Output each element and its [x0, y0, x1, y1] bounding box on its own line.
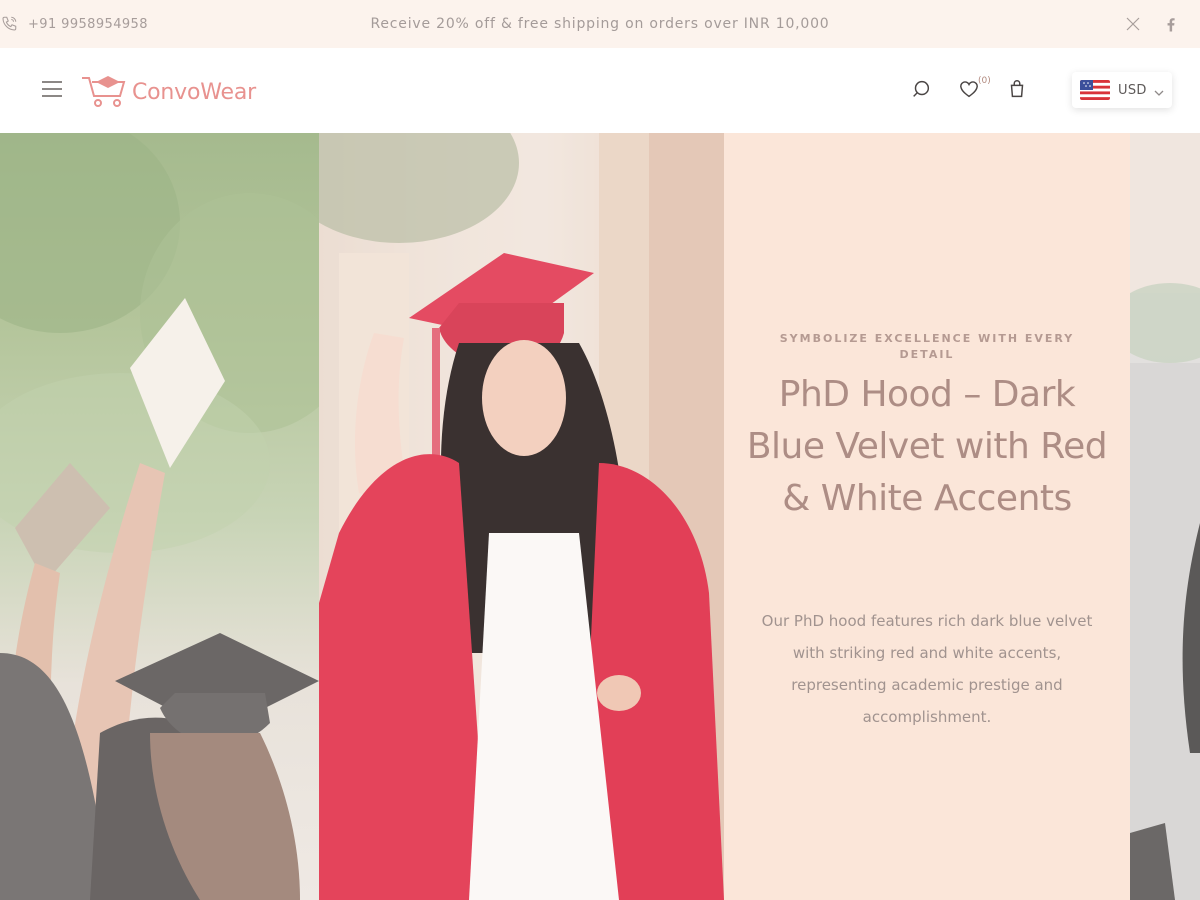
student-red-gown-image	[319, 133, 724, 900]
facebook-icon[interactable]	[1162, 15, 1180, 33]
chevron-down-icon	[1153, 84, 1165, 96]
us-flag-icon	[1080, 80, 1110, 100]
wishlist-count: (0)	[978, 76, 991, 86]
announcement-bar: +91 9958954958 Receive 20% off & free sh…	[0, 0, 1200, 48]
hero-eyebrow: SYMBOLIZE EXCELLENCE WITH EVERY DETAIL	[779, 332, 1075, 361]
site-logo[interactable]: ConvoWear	[80, 72, 256, 112]
currency-code: USD	[1118, 82, 1147, 98]
heart-icon	[958, 78, 980, 104]
site-header: ConvoWear (0) USD	[0, 48, 1200, 133]
hero-title: PhD Hood – Dark Blue Velvet with Red & W…	[746, 374, 1108, 519]
x-twitter-icon[interactable]	[1124, 15, 1142, 33]
social-links	[1124, 0, 1180, 48]
search-icon[interactable]	[910, 78, 936, 104]
street-scene-image	[1130, 133, 1200, 900]
logo-text: ConvoWear	[132, 79, 256, 105]
graduates-celebration-image	[0, 133, 319, 900]
hero-description: Our PhD hood features rich dark blue vel…	[761, 612, 1093, 726]
cart-logo-icon	[80, 72, 134, 112]
promo-text: Receive 20% off & free shipping on order…	[370, 16, 830, 32]
hero-slider: SYMBOLIZE EXCELLENCE WITH EVERY DETAIL P…	[0, 133, 1200, 900]
shopping-bag-icon[interactable]	[1006, 78, 1030, 104]
hamburger-menu-icon[interactable]	[42, 78, 64, 100]
hero-text-panel: SYMBOLIZE EXCELLENCE WITH EVERY DETAIL P…	[724, 133, 1130, 900]
wishlist-button[interactable]: (0)	[958, 76, 994, 104]
header-actions: (0)	[910, 76, 1030, 104]
currency-selector[interactable]: USD	[1072, 72, 1172, 108]
